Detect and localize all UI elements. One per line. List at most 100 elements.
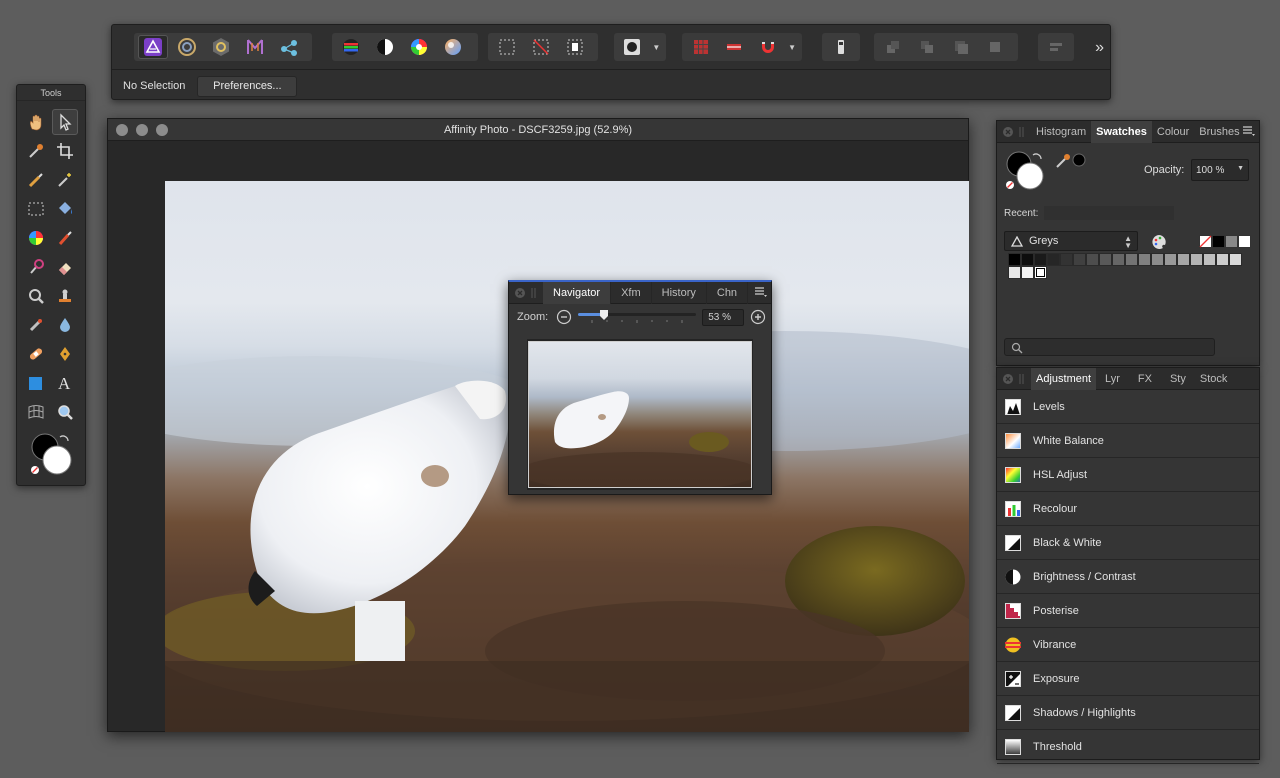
- adjustment-item-recolour[interactable]: Recolour: [997, 492, 1259, 526]
- crop-tool[interactable]: [52, 138, 78, 164]
- adjustment-item-black-white[interactable]: Black & White: [997, 526, 1259, 560]
- minimise-window-button[interactable]: [136, 124, 148, 136]
- grip-icon[interactable]: [531, 287, 539, 299]
- text-tool[interactable]: A: [52, 370, 78, 396]
- adjustment-item-hsl-adjust[interactable]: HSL Adjust: [997, 458, 1259, 492]
- move-to-front-button[interactable]: [980, 35, 1010, 59]
- zoom-out-icon[interactable]: [556, 309, 572, 325]
- grey-swatch[interactable]: [1021, 266, 1034, 279]
- dodge-burn-tool[interactable]: [23, 254, 49, 280]
- grey-swatch[interactable]: [1229, 253, 1242, 266]
- palette-options-icon[interactable]: [1150, 233, 1168, 251]
- move-tool[interactable]: [52, 109, 78, 135]
- grey-swatch[interactable]: [1112, 253, 1125, 266]
- tab-colour[interactable]: Colour: [1152, 121, 1194, 143]
- grey-swatch[interactable]: [1021, 253, 1034, 266]
- develop-persona-button[interactable]: [206, 35, 236, 59]
- show-grid-button[interactable]: [686, 35, 715, 59]
- colour-picker-tool[interactable]: [23, 138, 49, 164]
- opacity-field[interactable]: 100 % ▼: [1191, 159, 1249, 181]
- close-adjustment-panel-button[interactable]: [1001, 372, 1015, 386]
- tab-history[interactable]: History: [652, 281, 707, 304]
- zoom-blur-tool[interactable]: [23, 283, 49, 309]
- grey-swatch[interactable]: [1225, 235, 1238, 248]
- export-persona-button[interactable]: [274, 35, 304, 59]
- tab-adjustment[interactable]: Adjustment: [1031, 367, 1097, 390]
- adjustment-item-posterise[interactable]: Posterise: [997, 594, 1259, 628]
- gradient-tool[interactable]: [23, 225, 49, 251]
- grey-swatch[interactable]: [1177, 253, 1190, 266]
- snapping-button[interactable]: [753, 35, 782, 59]
- grey-swatch[interactable]: [1060, 253, 1073, 266]
- rectangle-tool[interactable]: [23, 370, 49, 396]
- tab-stock[interactable]: Stock: [1195, 368, 1233, 390]
- palette-dropdown[interactable]: Greys ▲ ▼: [1004, 231, 1138, 251]
- navigator-view-rectangle[interactable]: [528, 341, 752, 488]
- marquee-tool[interactable]: [23, 196, 49, 222]
- grey-swatch[interactable]: [1190, 253, 1203, 266]
- grey-swatch[interactable]: [1099, 253, 1112, 266]
- liquify-persona-button[interactable]: [172, 35, 202, 59]
- tone-mapping-persona-button[interactable]: [240, 35, 270, 59]
- force-pixel-alignment-button[interactable]: [719, 35, 748, 59]
- erase-tool[interactable]: [52, 254, 78, 280]
- fill-stroke-colour-icon[interactable]: [1005, 150, 1055, 196]
- adjustment-item-shadows-highlights[interactable]: Shadows / Highlights: [997, 696, 1259, 730]
- smudge-tool[interactable]: [23, 312, 49, 338]
- move-back-one-button[interactable]: [912, 35, 942, 59]
- tools-colour-selector[interactable]: [29, 431, 75, 477]
- preferences-button[interactable]: Preferences...: [197, 75, 298, 97]
- adjustment-item-white-balance[interactable]: White Balance: [997, 424, 1259, 458]
- close-window-button[interactable]: [116, 124, 128, 136]
- toolbar-overflow-button[interactable]: »: [1095, 39, 1104, 57]
- photo-persona-button[interactable]: [138, 35, 168, 59]
- tab-swatches[interactable]: Swatches: [1091, 120, 1152, 143]
- flood-fill-tool[interactable]: [52, 196, 78, 222]
- zoom-tool[interactable]: [52, 399, 78, 425]
- zoom-in-icon[interactable]: [750, 309, 766, 325]
- grey-swatch[interactable]: [1164, 253, 1177, 266]
- none-swatch[interactable]: [1199, 235, 1212, 248]
- grey-swatch[interactable]: [1034, 266, 1047, 279]
- move-forward-one-button[interactable]: [946, 35, 976, 59]
- hsl-quick-button[interactable]: [404, 35, 434, 59]
- panel-menu-icon[interactable]: [1243, 126, 1255, 136]
- tab-chn[interactable]: Chn: [707, 281, 749, 304]
- tab-histogram[interactable]: Histogram: [1031, 121, 1091, 143]
- tab-lyr[interactable]: Lyr: [1096, 368, 1129, 390]
- close-panel-button[interactable]: [513, 286, 527, 300]
- grey-swatch[interactable]: [1086, 253, 1099, 266]
- white-balance-quick-button[interactable]: [438, 35, 468, 59]
- white-swatch[interactable]: [1238, 235, 1251, 248]
- panel-menu-icon[interactable]: [755, 287, 767, 297]
- selection-brush-tool[interactable]: [23, 167, 49, 193]
- pen-tool[interactable]: [52, 341, 78, 367]
- grey-swatch[interactable]: [1073, 253, 1086, 266]
- adjustment-item-vibrance[interactable]: Vibrance: [997, 628, 1259, 662]
- navigator-preview[interactable]: [527, 339, 753, 490]
- grey-swatch[interactable]: [1216, 253, 1229, 266]
- select-all-button[interactable]: [492, 35, 522, 59]
- grey-swatch[interactable]: [1008, 266, 1021, 279]
- move-to-back-button[interactable]: [878, 35, 908, 59]
- grip-icon[interactable]: [1019, 373, 1027, 385]
- swatch-search-input[interactable]: [1004, 338, 1215, 356]
- grey-swatch[interactable]: [1034, 253, 1047, 266]
- clone-tool[interactable]: [52, 283, 78, 309]
- recent-swatches[interactable]: [1044, 206, 1175, 220]
- quick-mask-button[interactable]: [618, 35, 647, 59]
- tab-brushes[interactable]: Brushes: [1194, 121, 1244, 143]
- align-button[interactable]: [1042, 35, 1070, 59]
- zoom-window-button[interactable]: [156, 124, 168, 136]
- healing-tool[interactable]: [23, 341, 49, 367]
- invert-selection-button[interactable]: [560, 35, 590, 59]
- mesh-warp-tool[interactable]: [23, 399, 49, 425]
- contrast-quick-button[interactable]: [370, 35, 400, 59]
- tab-fx[interactable]: FX: [1129, 368, 1161, 390]
- grip-icon[interactable]: [1019, 126, 1027, 138]
- tab-sty[interactable]: Sty: [1161, 368, 1195, 390]
- grey-swatch[interactable]: [1151, 253, 1164, 266]
- snapping-dropdown[interactable]: ▼: [786, 35, 798, 59]
- flood-select-tool[interactable]: [52, 167, 78, 193]
- adjustment-item-exposure[interactable]: Exposure: [997, 662, 1259, 696]
